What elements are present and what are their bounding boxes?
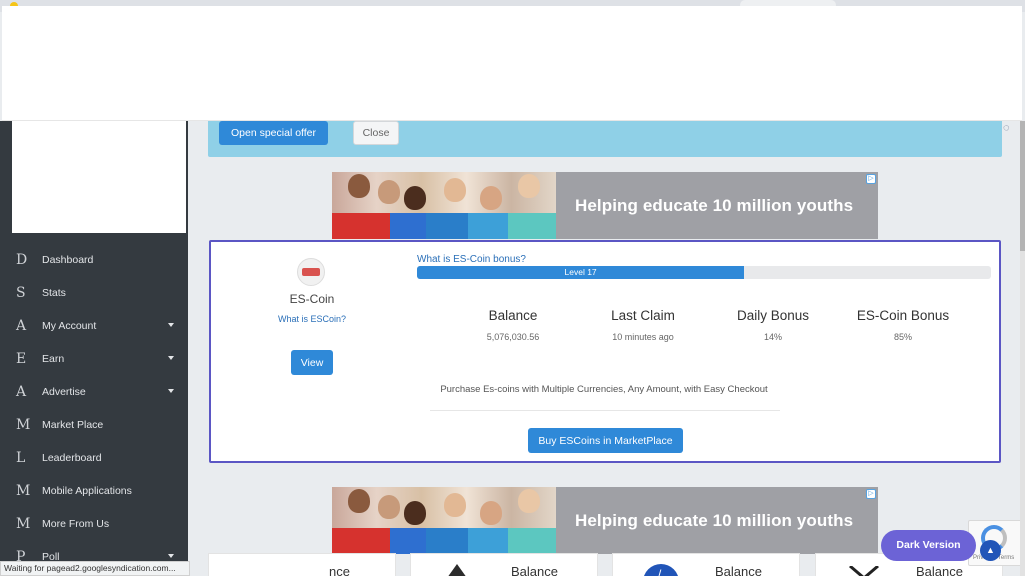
adchoices-icon[interactable]: ▷ [866, 174, 876, 184]
balance-card-label: nce [329, 564, 350, 576]
balance-card: / Balance [612, 553, 800, 576]
dashboard-icon: D [16, 251, 28, 268]
chevron-down-icon [168, 323, 174, 327]
more-icon: M [16, 515, 31, 532]
divider [430, 410, 780, 411]
ad-headline: Helping educate 10 million youths [575, 511, 854, 530]
stats-icon: S [16, 284, 26, 301]
sidebar-item-label: Advertise [42, 385, 86, 398]
balance-card: nce [208, 553, 396, 576]
account-icon: A [16, 317, 27, 334]
sidebar-item-stats[interactable]: S Stats [0, 276, 188, 309]
advertise-icon: A [16, 383, 27, 400]
sidebar-item-label: My Account [42, 319, 97, 332]
page-scrollbar[interactable] [1020, 121, 1025, 576]
stat-value: 14% [763, 332, 782, 342]
sidebar-item-my-account[interactable]: A My Account [0, 309, 188, 342]
mobile-icon: M [16, 482, 31, 499]
close-offer-button[interactable]: Close [353, 121, 399, 145]
top-overlay-panel [2, 6, 1022, 121]
earn-icon: E [16, 350, 27, 367]
chevron-down-icon [168, 356, 174, 360]
stat-title: Last Claim [611, 308, 675, 323]
sidebar-item-market-place[interactable]: M Market Place [0, 408, 188, 441]
loading-spinner-icon: ◌ [1003, 122, 1010, 134]
sidebar-item-label: More From Us [42, 517, 110, 530]
sidebar-item-label: Stats [42, 286, 66, 299]
buy-escoins-button[interactable]: Buy ESCoins in MarketPlace [528, 428, 683, 453]
stat-balance: Balance 5,076,030.56 [448, 308, 578, 342]
ad-banner[interactable]: Helping educate 10 million youths ▷ [332, 172, 878, 239]
stat-last-claim: Last Claim 10 minutes ago [578, 308, 708, 342]
es-coin-card: ES-Coin What is ESCoin? View What is ES-… [209, 240, 1001, 463]
coin-name: ES-Coin [289, 292, 335, 306]
sidebar-item-label: Earn [42, 352, 65, 365]
sidebar-item-dashboard[interactable]: D Dashboard [0, 243, 188, 276]
market-place-icon: M [16, 416, 31, 433]
open-special-offer-button[interactable]: Open special offer [219, 121, 328, 145]
sidebar: D Dashboard S Stats A My Account E Earn … [0, 121, 188, 576]
stat-title: Balance [488, 308, 538, 323]
sidebar-item-more-from-us[interactable]: M More From Us [0, 507, 188, 540]
sidebar-item-earn[interactable]: E Earn [0, 342, 188, 375]
stat-value: 5,076,030.56 [486, 332, 540, 342]
what-is-escoin-link[interactable]: What is ESCoin? [251, 314, 373, 324]
sidebar-item-label: Dashboard [42, 253, 94, 266]
sidebar-item-label: Leaderboard [42, 451, 102, 464]
balance-card-label: Balance [715, 564, 762, 576]
adchoices-icon[interactable]: ▷ [866, 489, 876, 499]
litecoin-icon: / [644, 564, 678, 576]
ad-headline: Helping educate 10 million youths [575, 196, 854, 215]
browser-status-bar: Waiting for pagead2.googlesyndication.co… [0, 561, 190, 576]
stat-value: 85% [893, 332, 912, 342]
x-coin-icon [849, 566, 879, 576]
triangle-coin-icon [448, 564, 466, 576]
balance-card-label: Balance [916, 564, 963, 576]
chevron-down-icon [168, 554, 174, 558]
dark-version-button[interactable]: Dark Version [881, 530, 976, 561]
balance-card: Balance [410, 553, 598, 576]
ad-photo [332, 172, 556, 239]
leaderboard-icon: L [16, 449, 26, 466]
ad-photo [332, 487, 556, 554]
purchase-description: Purchase Es-coins with Multiple Currenci… [440, 384, 768, 395]
sidebar-item-leaderboard[interactable]: L Leaderboard [0, 441, 188, 474]
sidebar-item-mobile-applications[interactable]: M Mobile Applications [0, 474, 188, 507]
es-coin-logo-icon [297, 258, 325, 286]
stat-title: Daily Bonus [736, 308, 810, 323]
stat-value: 10 minutes ago [612, 332, 674, 342]
level-progress-fill: Level 17 [417, 266, 745, 279]
level-progress-bar: Level 17 [417, 266, 991, 279]
balance-card-label: Balance [511, 564, 558, 576]
stat-daily-bonus: Daily Bonus 14% [708, 308, 838, 342]
sidebar-item-advertise[interactable]: A Advertise [0, 375, 188, 408]
scroll-to-top-icon[interactable]: ▲ [980, 540, 1001, 561]
ad-banner[interactable]: Helping educate 10 million youths ▷ [332, 487, 878, 554]
stat-es-coin-bonus: ES-Coin Bonus 85% [838, 308, 968, 342]
chevron-down-icon [168, 389, 174, 393]
view-button[interactable]: View [291, 350, 333, 375]
sidebar-item-label: Mobile Applications [42, 484, 132, 497]
stat-title: ES-Coin Bonus [856, 308, 950, 323]
sidebar-logo-area [12, 121, 186, 233]
scrollbar-thumb[interactable] [1020, 121, 1025, 251]
what-is-bonus-link[interactable]: What is ES-Coin bonus? [417, 254, 526, 265]
sidebar-item-label: Market Place [42, 418, 104, 431]
